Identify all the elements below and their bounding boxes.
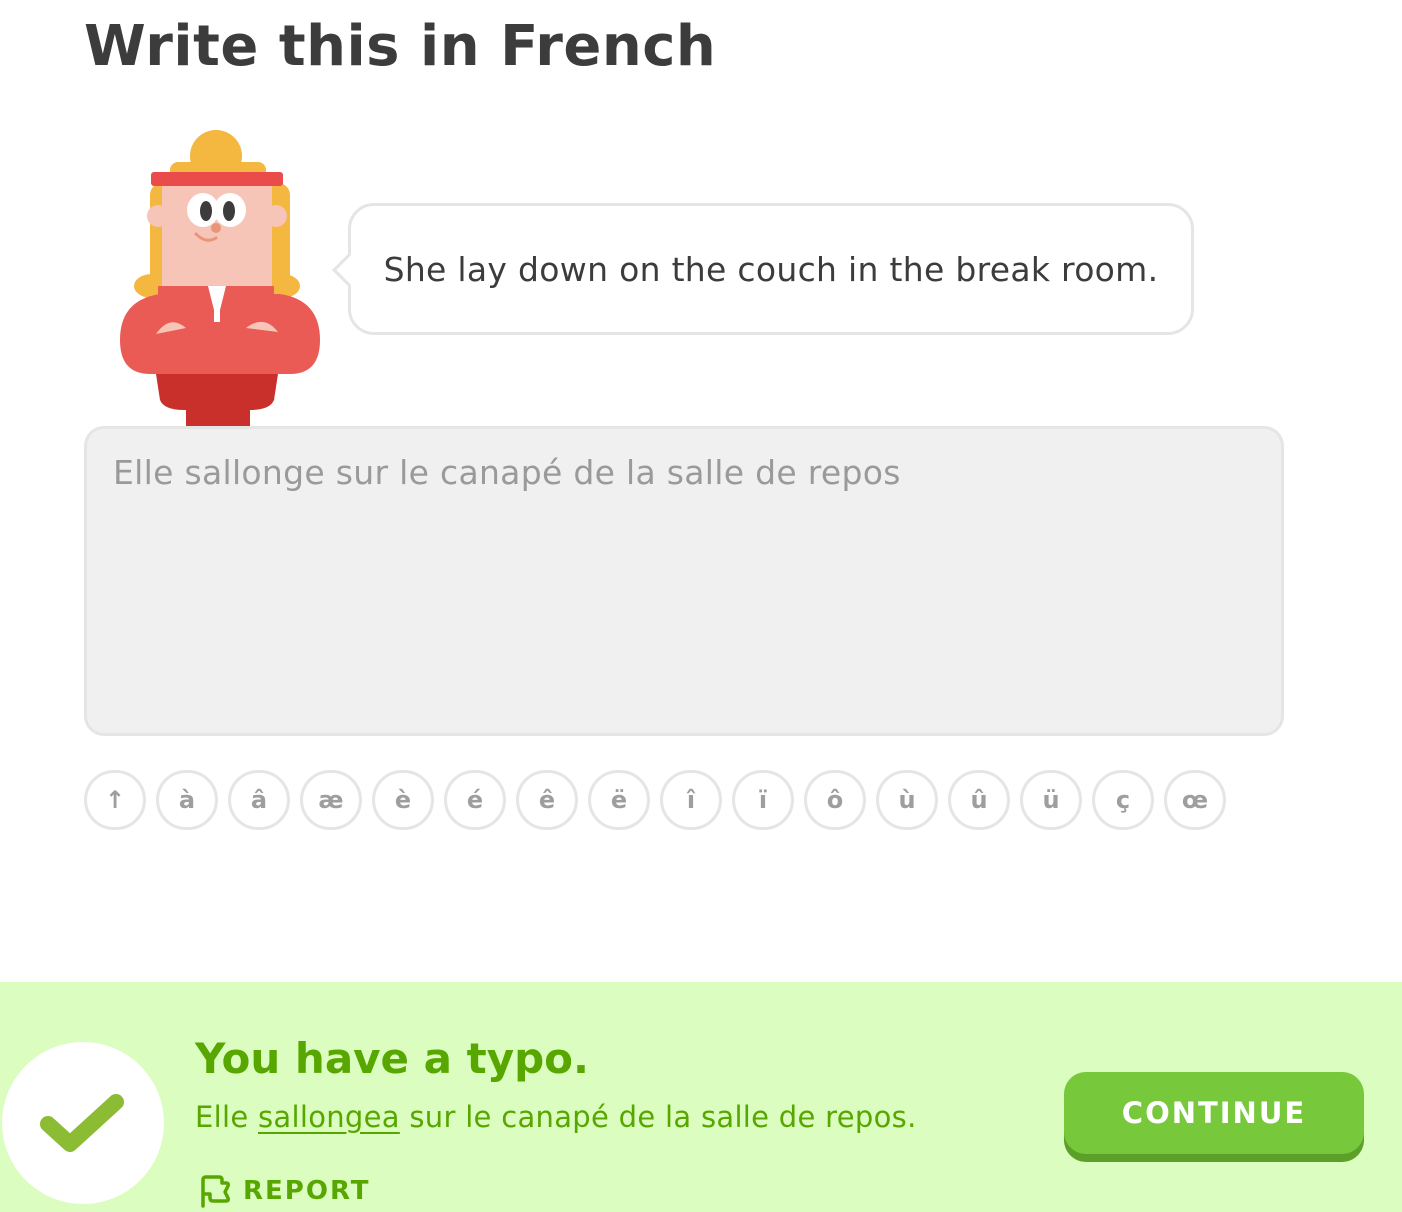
key-a-grave[interactable]: à — [156, 770, 218, 830]
key-e-acute[interactable]: é — [444, 770, 506, 830]
report-label: REPORT — [243, 1176, 371, 1206]
key-a-circumflex[interactable]: â — [228, 770, 290, 830]
prompt-sentence: She lay down on the couch in the break r… — [383, 249, 1159, 289]
correct-answer-after: sur le canapé de la salle de repos. — [399, 1100, 917, 1134]
challenge-title: Write this in French — [84, 14, 717, 79]
character-illustration — [110, 128, 330, 428]
check-badge — [2, 1042, 164, 1204]
prompt-speech-bubble: She lay down on the couch in the break r… — [332, 203, 1194, 335]
correct-answer: Elle sallongea sur le canapé de la salle… — [195, 1100, 917, 1134]
feedback-panel: You have a typo. Elle sallongea sur le c… — [0, 982, 1402, 1212]
key-o-circumflex[interactable]: ô — [804, 770, 866, 830]
speech-bubble-tail — [332, 253, 366, 287]
feedback-title: You have a typo. — [195, 1034, 589, 1083]
key-u-grave[interactable]: ù — [876, 770, 938, 830]
correct-answer-before: Elle — [195, 1100, 258, 1134]
key-u-circumflex[interactable]: û — [948, 770, 1010, 830]
key-u-diaeresis[interactable]: ü — [1020, 770, 1082, 830]
special-character-keys: ↑ à â æ è é ê ë î ï ô ù û ü ç œ — [84, 770, 1226, 830]
key-e-grave[interactable]: è — [372, 770, 434, 830]
key-e-diaeresis[interactable]: ë — [588, 770, 650, 830]
key-oe[interactable]: œ — [1164, 770, 1226, 830]
flag-icon — [201, 1175, 230, 1208]
answer-input[interactable]: Elle sallonge sur le canapé de la salle … — [84, 426, 1284, 736]
key-e-circumflex[interactable]: ê — [516, 770, 578, 830]
key-c-cedilla[interactable]: ç — [1092, 770, 1154, 830]
check-icon — [40, 1094, 124, 1152]
report-button[interactable]: REPORT — [197, 1174, 371, 1208]
key-shift[interactable]: ↑ — [84, 770, 146, 830]
typo-word: sallongea — [258, 1100, 400, 1134]
key-i-circumflex[interactable]: î — [660, 770, 722, 830]
lesson-page: Write this in French She lay down on the… — [0, 0, 1402, 1212]
key-i-diaeresis[interactable]: ï — [732, 770, 794, 830]
continue-button[interactable]: CONTINUE — [1064, 1072, 1364, 1154]
key-ae[interactable]: æ — [300, 770, 362, 830]
